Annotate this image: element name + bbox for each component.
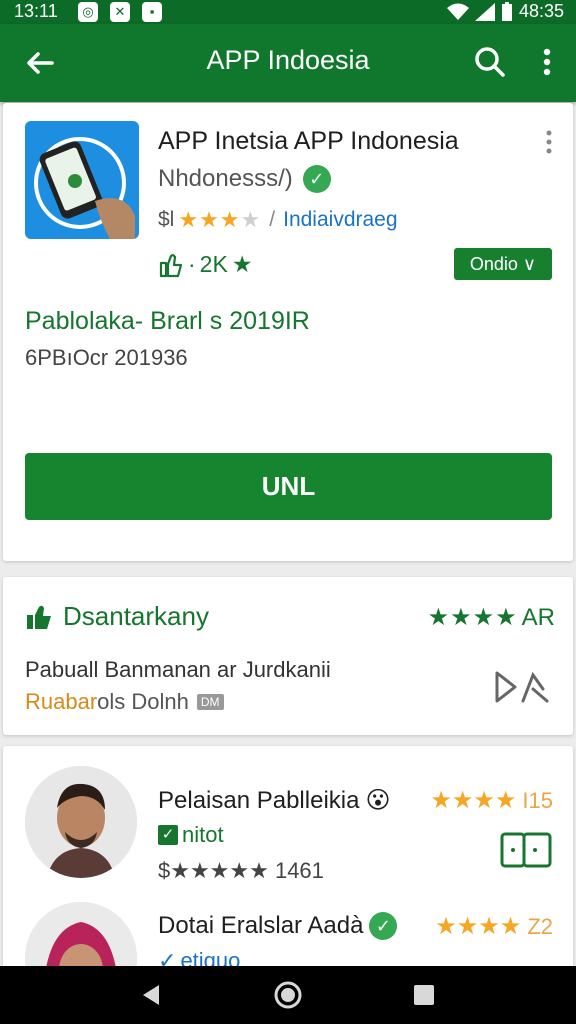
star-rating: ★★★★ <box>178 207 262 232</box>
category-link[interactable]: Indiaivdraeg <box>283 208 397 232</box>
verified-icon: ✓ <box>369 912 398 940</box>
downloads-line: · 2K ★ <box>158 251 252 278</box>
rating-prefix: $l <box>158 208 175 231</box>
reviewer-name-row: Dotai Eralslar Aadà ✓ <box>158 912 398 940</box>
reaction-emoji: 😮 <box>365 787 391 814</box>
status-battery-text: 48:35 <box>518 1 564 21</box>
review-tag: ✓ nitot <box>158 822 224 848</box>
verified-icon: ✓ <box>302 165 331 193</box>
app-bar: APP Indoesia <box>0 24 576 102</box>
review-rating: ★★★★ I15 <box>430 786 553 815</box>
review-meta: $★★★★★ 1461 <box>158 858 324 883</box>
review-item[interactable]: Dotai Eralslar Aadà ✓ ★★★★ Z2 ✓ etiquo <box>3 898 573 976</box>
review-count: I15 <box>522 787 553 813</box>
recommendation-chip: DM <box>196 694 224 710</box>
thumbs-up-icon <box>27 605 51 629</box>
more-vert-icon[interactable] <box>532 42 562 82</box>
app-subline: 6PBıOcr 201936 <box>25 345 188 370</box>
nav-home-icon[interactable] <box>272 979 304 1011</box>
recommendation-title: Dsantarkany <box>63 601 209 631</box>
nav-back-icon[interactable] <box>135 979 167 1011</box>
review-count: Z2 <box>527 913 553 939</box>
status-bar: 13:11 ◎ ✕ ▪ 48:35 <box>0 0 576 24</box>
rating-line: $l ★★★★ / Indiaivdraeg <box>158 207 398 233</box>
avatar <box>25 902 137 976</box>
star-rating: ★★★★ <box>430 787 517 814</box>
app-headline: Pablolaka- Brarl s 2019IR <box>25 307 310 335</box>
reviewer-name: Pelaisan Pablleikia <box>158 786 360 814</box>
recommendation-rating: ★★★★ AR <box>428 603 555 632</box>
check-icon: ✓ <box>158 825 178 845</box>
app-detail-card: APP Inetsia APP Indonesia Nhdonesss/) ✓ … <box>3 103 573 561</box>
system-nav-bar <box>0 966 576 1024</box>
wifi-icon <box>446 3 469 20</box>
developer-name[interactable]: Nhdonesss/) <box>158 165 293 193</box>
recommendation-card[interactable]: Dsantarkany ★★★★ AR Pabuall Banmanan ar … <box>3 577 573 735</box>
star-rating: ★★★★ <box>435 913 522 940</box>
star-rating: ★★★★ <box>427 604 518 631</box>
review-rating: ★★★★ Z2 <box>435 912 553 941</box>
notification-icon: ▪ <box>142 2 162 22</box>
search-icon[interactable] <box>470 42 510 82</box>
thumbs-up-icon <box>159 253 183 277</box>
downloads-dot: · <box>188 251 196 277</box>
more-vert-icon[interactable] <box>541 127 557 157</box>
install-button[interactable]: UNL <box>25 453 552 520</box>
app-title: APP Inetsia APP Indonesia <box>158 127 459 155</box>
battery-icon <box>501 1 512 21</box>
reviewer-name-row: Pelaisan Pablleikia 😮 <box>158 786 391 815</box>
recommendation-subtitle: Ruabarols Dolnh DM <box>25 689 224 715</box>
recommendation-title-row: Dsantarkany <box>25 601 209 632</box>
developer-line: Nhdonesss/) ✓ <box>158 165 331 193</box>
reviews-card: Pelaisan Pablleikia 😮 ★★★★ I15 ✓ nitot $… <box>3 746 573 976</box>
compare-icon[interactable] <box>499 830 555 870</box>
signal-icon <box>474 2 495 21</box>
reviewer-name: Dotai Eralslar Aadà <box>158 912 364 939</box>
recommendation-rating-label: AR <box>521 603 555 631</box>
star-icon: ★ <box>231 251 253 277</box>
status-time: 13:11 <box>14 1 58 21</box>
call-icon: ✕ <box>110 2 130 22</box>
rating-separator: / <box>269 208 276 231</box>
recommendation-sub-secondary: ols Dolnh <box>97 689 189 714</box>
avatar <box>25 766 137 878</box>
app-icon[interactable] <box>25 121 139 239</box>
review-item[interactable]: Pelaisan Pablleikia 😮 ★★★★ I15 ✓ nitot $… <box>3 762 573 892</box>
downloads-count: 2K <box>199 251 228 277</box>
install-chip[interactable]: Ondio ∨ <box>454 248 552 280</box>
recommendation-description: Pabuall Banmanan ar Jurdkanii <box>25 657 331 682</box>
nav-recents-icon[interactable] <box>408 979 440 1011</box>
recommendation-sub-primary: Ruabar <box>25 689 98 714</box>
share-icon[interactable] <box>493 665 553 709</box>
location-icon: ◎ <box>78 2 98 22</box>
review-tag-text: nitot <box>182 822 224 847</box>
